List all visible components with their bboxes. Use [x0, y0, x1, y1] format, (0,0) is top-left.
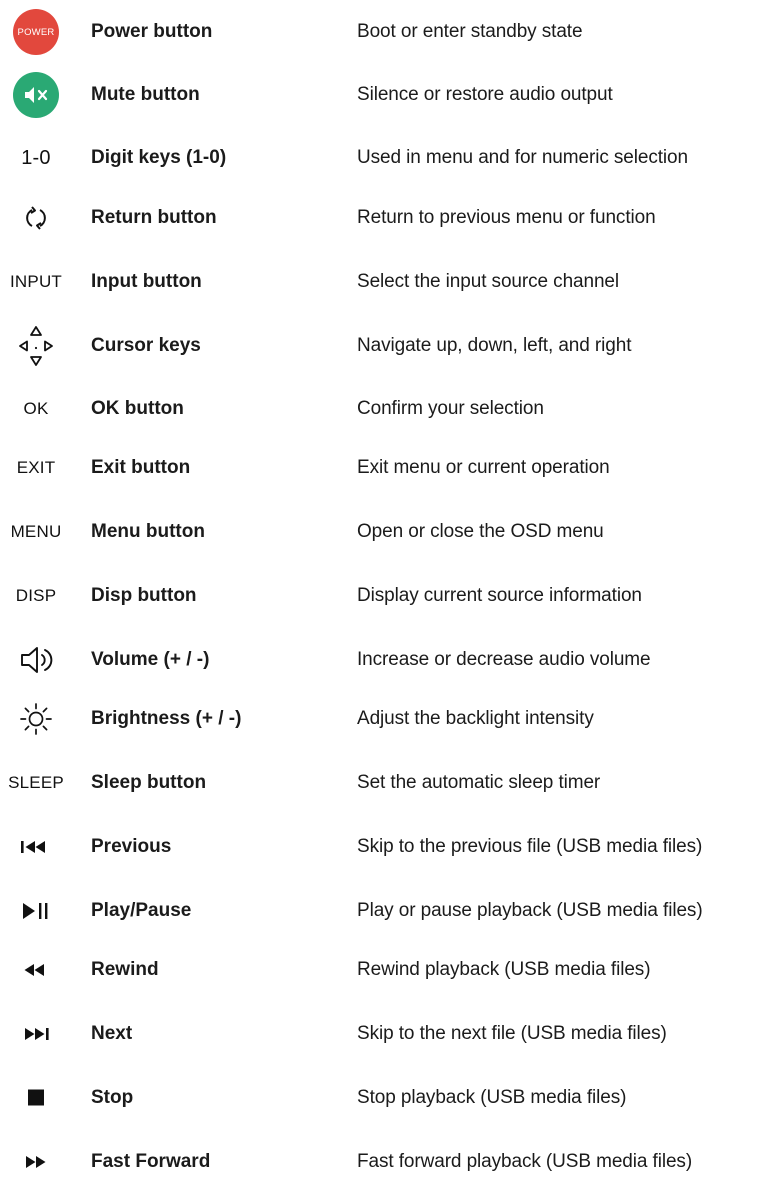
- table-row: EXIT Exit button Exit menu or current op…: [0, 440, 765, 496]
- row-name: OK button: [91, 398, 184, 419]
- table-row: Fast Forward Fast forward playback (USB …: [0, 1134, 765, 1190]
- table-row: Play/Pause Play or pause playback (USB m…: [0, 883, 765, 939]
- row-description: Set the automatic sleep timer: [357, 772, 601, 793]
- power-badge-icon: POWER: [6, 4, 66, 60]
- row-name: Play/Pause: [91, 900, 192, 921]
- row-description: Rewind playback (USB media files): [357, 959, 651, 980]
- row-name: Sleep button: [91, 772, 207, 793]
- table-row: Volume (+ / -) Increase or decrease audi…: [0, 632, 765, 688]
- input-icon: INPUT: [10, 272, 62, 291]
- row-description: Adjust the backlight intensity: [357, 708, 594, 729]
- table-row: Mute button Silence or restore audio out…: [0, 67, 765, 123]
- row-description: Open or close the OSD menu: [357, 521, 604, 542]
- table-row: Rewind Rewind playback (USB media files): [0, 942, 765, 998]
- table-row: INPUT Input button Select the input sour…: [0, 254, 765, 310]
- table-row: SLEEP Sleep button Set the automatic sle…: [0, 755, 765, 811]
- table-row: Next Skip to the next file (USB media fi…: [0, 1006, 765, 1062]
- row-description: Silence or restore audio output: [357, 84, 613, 105]
- table-row: Cursor keys Navigate up, down, left, and…: [0, 318, 765, 374]
- row-name: Next: [91, 1023, 133, 1044]
- row-description: Confirm your selection: [357, 398, 544, 419]
- disp-icon: DISP: [15, 586, 57, 605]
- row-name: Menu button: [91, 521, 205, 542]
- row-name: Return button: [91, 207, 217, 228]
- row-name: Fast Forward: [91, 1151, 211, 1172]
- stop-icon: [6, 1070, 66, 1126]
- digits-icon: 1-0: [21, 146, 51, 169]
- row-description: Navigate up, down, left, and right: [357, 335, 632, 356]
- cursor-keys-icon: [6, 318, 66, 374]
- play-pause-icon: [6, 883, 66, 939]
- row-name: Disp button: [91, 585, 197, 606]
- row-description: Skip to the previous file (USB media fil…: [357, 836, 703, 857]
- row-name: Stop: [91, 1087, 134, 1108]
- row-name: Cursor keys: [91, 335, 201, 356]
- table-row: 1-0 Digit keys (1-0) Used in menu and fo…: [0, 130, 765, 186]
- sleep-icon: SLEEP: [8, 773, 64, 792]
- row-description: Display current source information: [357, 585, 642, 606]
- return-icon: [6, 190, 66, 246]
- table-row: MENU Menu button Open or close the OSD m…: [0, 504, 765, 560]
- exit-icon: EXIT: [16, 458, 56, 477]
- table-row: OK OK button Confirm your selection: [0, 381, 765, 437]
- table-row: POWER Power button Boot or enter standby…: [0, 4, 765, 60]
- ok-icon: OK: [23, 399, 49, 418]
- rewind-icon: [6, 942, 66, 998]
- row-description: Used in menu and for numeric selection: [357, 147, 688, 168]
- row-name: Brightness (+ / -): [91, 708, 242, 729]
- row-name: Power button: [91, 21, 213, 42]
- row-description: Skip to the next file (USB media files): [357, 1023, 667, 1044]
- row-name: Exit button: [91, 457, 191, 478]
- row-description: Exit menu or current operation: [357, 457, 610, 478]
- previous-icon: [6, 819, 66, 875]
- row-description: Stop playback (USB media files): [357, 1087, 627, 1108]
- fast-forward-icon: [6, 1134, 66, 1190]
- row-name: Previous: [91, 836, 172, 857]
- menu-icon: MENU: [10, 522, 62, 541]
- row-name: Volume (+ / -): [91, 649, 210, 670]
- next-icon: [6, 1006, 66, 1062]
- table-row: DISP Disp button Display current source …: [0, 568, 765, 624]
- row-description: Play or pause playback (USB media files): [357, 900, 703, 921]
- row-description: Increase or decrease audio volume: [357, 649, 651, 670]
- brightness-icon: [6, 691, 66, 747]
- row-description: Select the input source channel: [357, 271, 620, 292]
- power-badge: POWER: [13, 9, 59, 55]
- row-description: Return to previous menu or function: [357, 207, 656, 228]
- table-row: Brightness (+ / -) Adjust the backlight …: [0, 691, 765, 747]
- row-name: Digit keys (1-0): [91, 147, 227, 168]
- row-description: Fast forward playback (USB media files): [357, 1151, 693, 1172]
- mute-icon: [6, 67, 66, 123]
- table-row: Previous Skip to the previous file (USB …: [0, 819, 765, 875]
- row-name: Rewind: [91, 959, 159, 980]
- row-description: Boot or enter standby state: [357, 21, 583, 42]
- row-name: Mute button: [91, 84, 200, 105]
- row-name: Input button: [91, 271, 202, 292]
- table-row: Return button Return to previous menu or…: [0, 190, 765, 246]
- table-row: Stop Stop playback (USB media files): [0, 1070, 765, 1126]
- volume-icon: [6, 632, 66, 688]
